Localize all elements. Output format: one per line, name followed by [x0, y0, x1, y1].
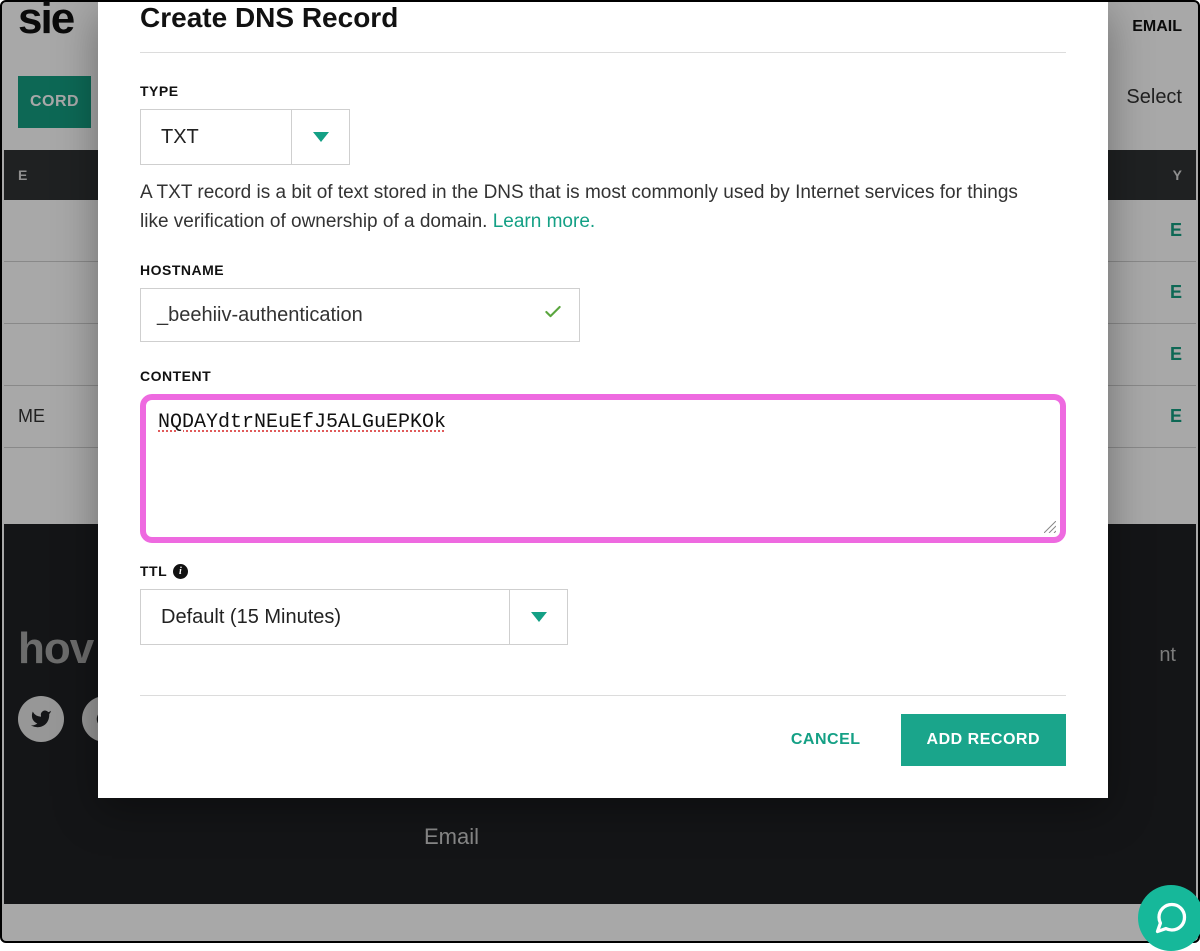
divider [140, 695, 1066, 696]
checkmark-icon [543, 302, 563, 328]
hostname-value: _beehiiv-authentication [157, 304, 363, 327]
type-description: A TXT record is a bit of text stored in … [140, 179, 1050, 236]
cancel-button[interactable]: CANCEL [785, 730, 867, 750]
type-select[interactable]: TXT [140, 109, 350, 165]
modal-title: Create DNS Record [140, 2, 1066, 34]
content-highlight [140, 394, 1066, 543]
hostname-input[interactable]: _beehiiv-authentication [140, 288, 580, 342]
ttl-select-value: Default (15 Minutes) [141, 590, 509, 644]
type-label: TYPE [140, 83, 1066, 99]
ttl-label: TTL i [140, 563, 1066, 579]
chevron-down-icon [509, 590, 567, 644]
chevron-down-icon [291, 110, 349, 164]
divider [140, 52, 1066, 53]
add-record-button[interactable]: ADD RECORD [901, 714, 1066, 766]
learn-more-link[interactable]: Learn more. [493, 211, 595, 232]
ttl-select[interactable]: Default (15 Minutes) [140, 589, 568, 645]
content-label: CONTENT [140, 368, 1066, 384]
create-dns-record-modal: Create DNS Record TYPE TXT A TXT record … [98, 2, 1108, 798]
modal-actions: CANCEL ADD RECORD [140, 714, 1066, 766]
info-icon[interactable]: i [173, 564, 188, 579]
content-textarea[interactable] [148, 402, 1058, 530]
type-select-value: TXT [141, 110, 291, 164]
ttl-label-text: TTL [140, 563, 167, 579]
hostname-label: HOSTNAME [140, 262, 1066, 278]
help-chat-button[interactable] [1138, 885, 1200, 951]
